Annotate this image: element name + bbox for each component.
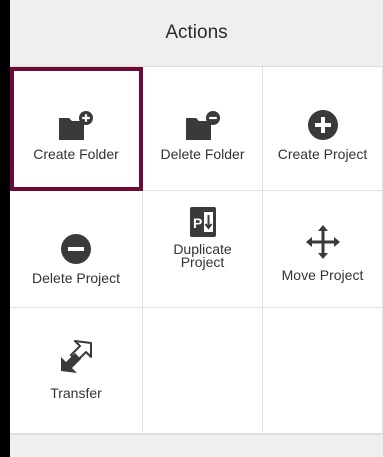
duplicate-project-label: Duplicate Project [173,241,232,270]
panel-header: Actions [10,0,383,67]
minus-circle-icon [60,231,92,265]
folder-plus-icon [58,107,94,141]
panel-title: Actions [165,22,228,43]
plus-circle-icon [307,107,339,141]
delete-project-button[interactable]: Delete Project [10,191,143,308]
create-project-button[interactable]: Create Project [263,67,383,191]
move-project-button[interactable]: Move Project [263,191,383,308]
actions-panel: Actions Create Folder Delete Folder Crea… [10,0,383,457]
delete-folder-button[interactable]: Delete Folder [143,67,263,191]
panel-footer [10,434,383,457]
transfer-button[interactable]: Transfer [10,308,143,434]
delete-folder-label: Delete Folder [160,146,245,162]
move-project-label: Move Project [281,267,364,283]
move-arrows-icon [305,225,340,259]
svg-text:P: P [193,215,202,231]
transfer-arrows-icon [58,340,94,374]
empty-cell [143,308,263,434]
duplicate-project-icon: P [187,203,219,237]
create-folder-label: Create Folder [33,146,119,162]
create-project-label: Create Project [277,146,368,162]
transfer-label: Transfer [50,385,102,401]
folder-minus-icon [185,107,221,141]
duplicate-project-button[interactable]: P Duplicate Project [143,191,263,308]
empty-cell [263,308,383,434]
create-folder-button[interactable]: Create Folder [10,67,143,191]
delete-project-label: Delete Project [32,270,120,286]
